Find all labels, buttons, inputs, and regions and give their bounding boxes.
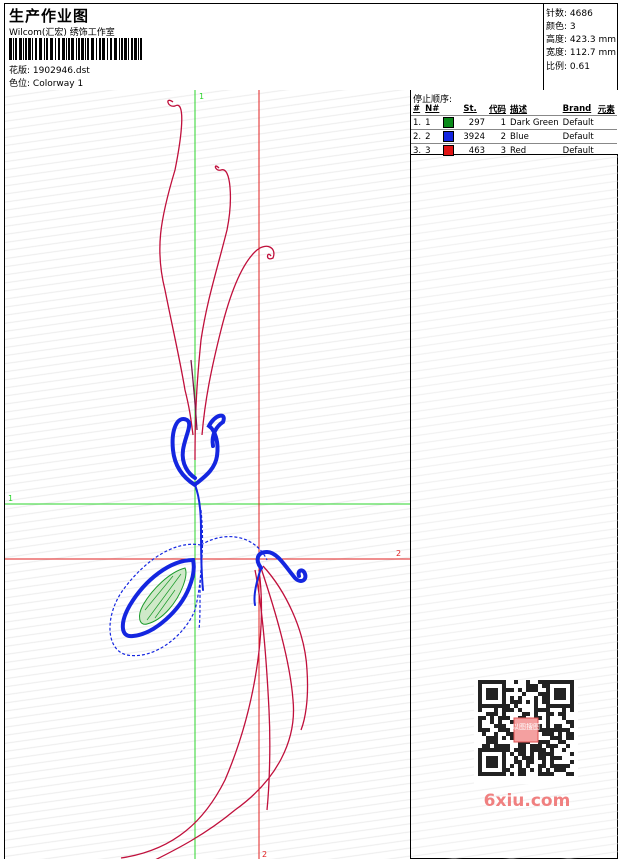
worksheet-header: 生产作业图 Wilcom(汇宏) 绣饰工作室 花版: 1902946.dst 色…	[5, 4, 617, 91]
thread-table: # N# St. 代码 描述 Brand 元素 1. 1 297 1 Dark …	[411, 103, 617, 157]
thread-table-header: # N# St. 代码 描述 Brand 元素	[411, 103, 617, 116]
row-color	[441, 143, 462, 157]
blue-satin-border	[109, 509, 268, 657]
col-desc: 描述	[510, 105, 528, 115]
colorway-info: 色位: Colorway 1	[9, 76, 83, 89]
table-row: 2. 2 3924 2 Blue Default	[411, 129, 617, 144]
col-code: 代码	[489, 105, 507, 115]
table-row: 1. 1 297 1 Dark Green Default	[411, 115, 617, 130]
barcode	[9, 38, 142, 60]
row-index: 1.	[411, 115, 424, 130]
row-index: 2.	[411, 129, 424, 144]
col-needle: N#	[425, 104, 440, 114]
row-desc: Red	[508, 143, 561, 157]
watermark: 以图搜图 6xiu.com	[470, 680, 585, 811]
col-color	[441, 103, 461, 116]
green-v-marker: 1	[199, 92, 204, 101]
col-index: #	[413, 104, 421, 114]
design-canvas: 1 1 2 2	[5, 90, 410, 859]
embroidery-preview: 1 1 2 2	[5, 90, 410, 859]
tulip-stem	[194, 484, 204, 591]
red-stems	[120, 99, 309, 859]
row-desc: Dark Green	[508, 115, 561, 130]
row-brand: Default	[560, 129, 596, 144]
col-stitches: St.	[463, 104, 477, 114]
color-swatch	[443, 145, 455, 156]
row-code: 2	[487, 129, 509, 144]
tendril-lower-3	[262, 565, 309, 731]
design-value: 1902946.dst	[32, 66, 90, 76]
row-needle: 3	[423, 143, 442, 157]
row-brand: Default	[560, 115, 596, 130]
stem-right	[201, 245, 275, 436]
design-label: 花版:	[9, 66, 31, 76]
page-title: 生产作业图	[9, 7, 90, 25]
qr-code-icon: 以图搜图 6xiu.com	[474, 680, 578, 811]
colorway-value: Colorway 1	[32, 79, 84, 89]
red-h-marker: 2	[396, 549, 401, 558]
green-h-marker: 1	[8, 494, 13, 503]
stitch-count: 针数: 4686	[546, 9, 593, 19]
col-brand: Brand	[562, 104, 592, 114]
row-desc: Blue	[508, 129, 561, 144]
design-info: 花版: 1902946.dst	[9, 63, 90, 76]
row-index: 3.	[411, 143, 424, 157]
stats-panel: 针数: 4686 颜色: 3 高度: 423.3 mm 宽度: 112.7 mm…	[543, 4, 618, 90]
watermark-stamp: 以图搜图	[512, 722, 540, 731]
table-row: 3. 3 463 3 Red Default	[411, 143, 617, 157]
row-stitches: 297	[461, 115, 488, 130]
row-code: 1	[487, 115, 509, 130]
stop-sequence: 停止顺序: # N# St. 代码 描述 Brand 元素 1. 1 297 1…	[411, 90, 618, 157]
design-scale: 比例: 0.61	[546, 62, 590, 72]
row-code: 3	[487, 143, 509, 157]
tulip-right-petal	[195, 413, 226, 485]
color-swatch	[443, 117, 455, 128]
row-element	[595, 115, 617, 130]
tendril-lower-1	[254, 569, 271, 811]
row-needle: 2	[423, 129, 442, 144]
row-color	[441, 129, 462, 144]
red-v-marker: 2	[262, 850, 267, 859]
color-swatch	[443, 131, 455, 142]
design-height: 高度: 423.3 mm	[546, 35, 617, 45]
stem-left	[159, 99, 194, 436]
color-count: 颜色: 3	[546, 22, 576, 32]
stem-inner-a	[190, 359, 198, 431]
row-brand: Default	[560, 143, 596, 157]
row-color	[441, 115, 462, 130]
company-name: Wilcom(汇宏) 绣饰工作室	[9, 28, 115, 38]
row-element	[595, 129, 617, 144]
row-stitches: 463	[461, 143, 488, 157]
row-needle: 1	[423, 115, 442, 130]
row-stitches: 3924	[461, 129, 488, 144]
watermark-text: 6xiu.com	[484, 791, 571, 810]
col-element: 元素	[597, 105, 615, 115]
colorway-label: 色位:	[9, 79, 31, 89]
row-element	[595, 143, 617, 157]
design-width: 宽度: 112.7 mm	[546, 48, 617, 58]
